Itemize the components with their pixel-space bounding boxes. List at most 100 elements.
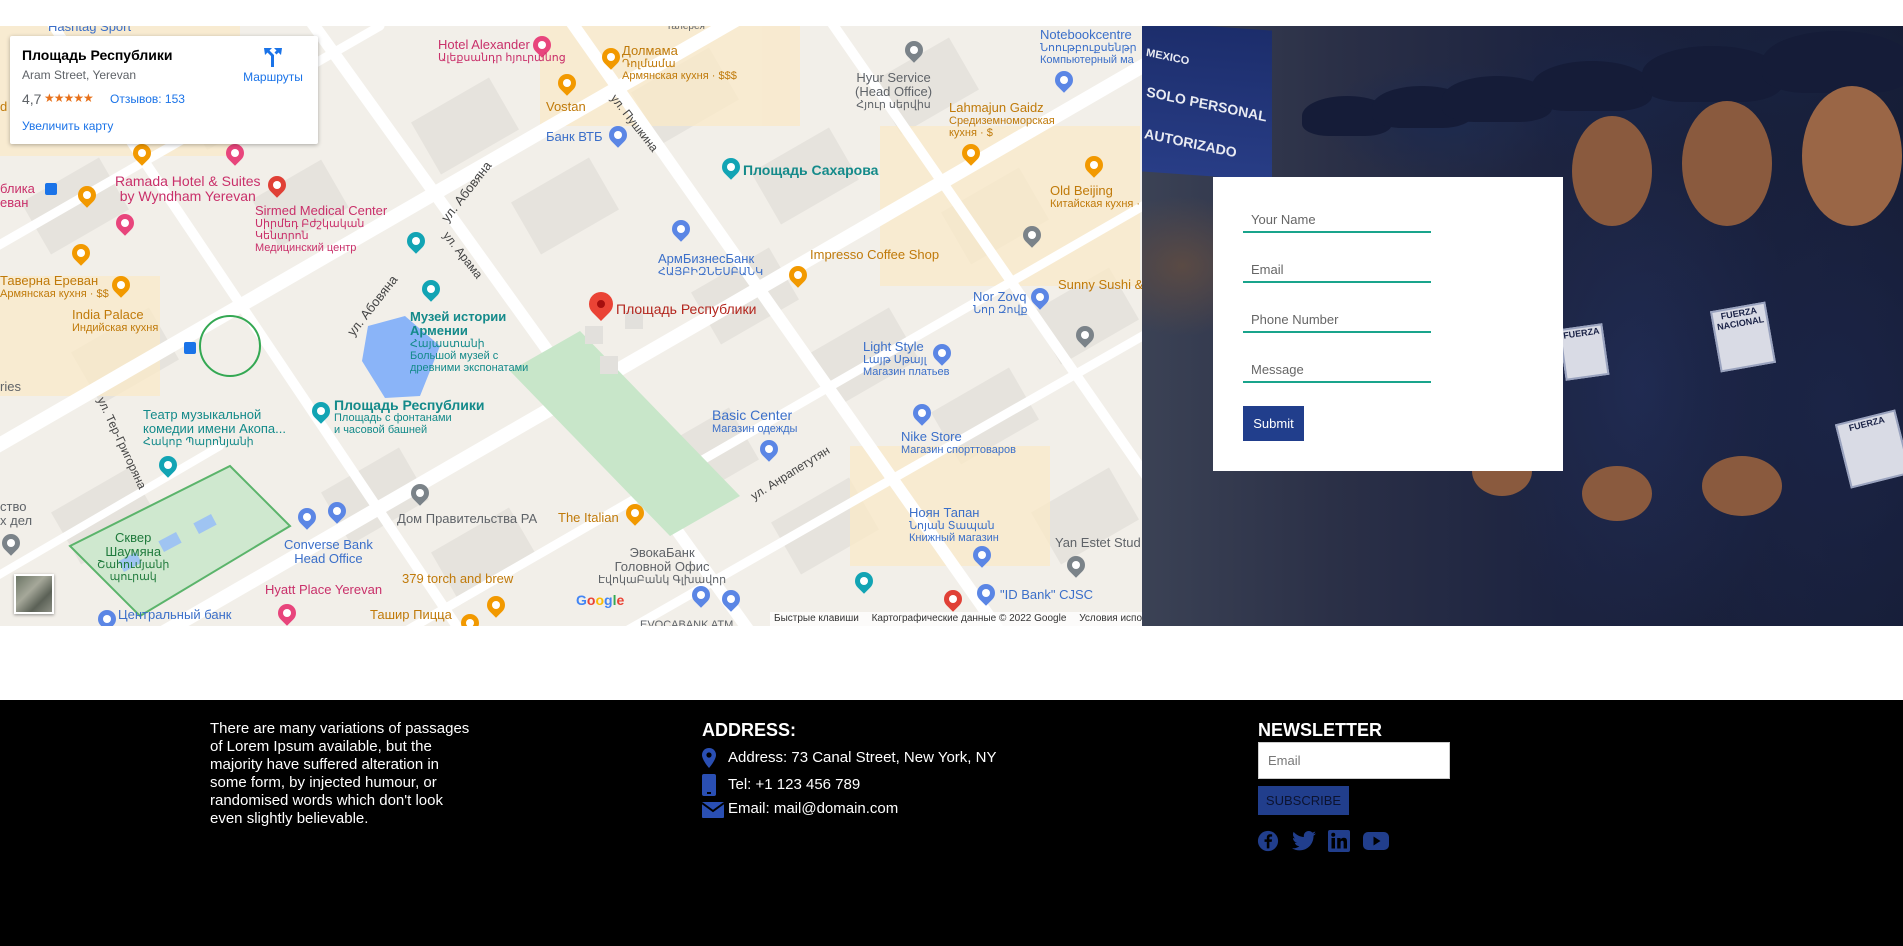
footer: There are many variations of passages of… (0, 700, 1903, 946)
map-label: АрмБизнесБанк ՀԱՅԲԻԶՆԵՍԲԱՆԿ (658, 251, 764, 279)
mobile-phone-icon (702, 774, 722, 796)
officer-face (1802, 86, 1902, 226)
map-label: Notebookcentre Նոութբուքսենթր Компьютерный… (1040, 27, 1137, 67)
map-label: Ноян Тапан Նոյան Տապան Книжный магазин (909, 505, 999, 545)
map-label: EVOCABANK ATM (640, 619, 734, 626)
map-label: Lahmajun Gaidz Средиземноморская кухня · $ (949, 100, 1055, 140)
map-label: ries (0, 379, 21, 394)
place-info-card: Площадь Республики Aram Street, Yerevan … (10, 36, 318, 144)
uniform-patch: FUERZA (1834, 409, 1903, 489)
officer-cap (1642, 46, 1782, 102)
map-label: галерея (668, 26, 705, 32)
officer-hands (1702, 456, 1782, 516)
facebook-icon[interactable] (1257, 830, 1281, 854)
place-title: Площадь Республики (22, 47, 173, 63)
map-label: Nike Store Магазин спорттоваров (901, 429, 1016, 457)
subscribe-button[interactable]: SUBSCRIBE (1258, 786, 1349, 815)
contact-form: Submit (1213, 177, 1563, 471)
map-label: 379 torch and brew (402, 571, 514, 586)
map-attribution: Быстрые клавиши Картографические данные … (770, 612, 1142, 626)
email-field[interactable] (1243, 257, 1431, 283)
officer-face (1682, 101, 1772, 226)
rating-stars-icon: ★★★★★ (44, 91, 94, 105)
map-label: India Palace Индийская кухня (72, 307, 159, 335)
map-label: ЭвокаБанк Головной Офис ԷվոկաԲանկ Գլխավոր (598, 545, 727, 587)
map-data-text: Картографические данные © 2022 Google (871, 613, 1067, 624)
google-logo: Google (576, 592, 625, 608)
uniform-patch: FUERZA NACIONAL (1710, 301, 1776, 373)
officer-hands (1582, 466, 1652, 521)
map-label: Sunny Sushi & (1058, 277, 1142, 292)
officer-cap (1532, 61, 1652, 111)
map-label: Ramada Hotel & Suites by Wyndham Yerevan (115, 173, 261, 204)
map-label: блика (0, 181, 35, 196)
map-label: Музей истории Армении Հայաստանի Большой муз… (410, 309, 529, 375)
map-label: Sirmed Medical Center Սիրմեդ Բժշկական Կենտ… (255, 203, 388, 255)
directions-icon (264, 48, 282, 67)
email-line: Email: mail@domain.com (701, 800, 899, 818)
embedded-map[interactable]: Площадь Республики Hashtag Sport галерея… (0, 26, 1142, 626)
map-label: х дел (0, 513, 33, 528)
submit-button[interactable]: Submit (1243, 406, 1304, 441)
footer-about-text: There are many variations of passages of… (210, 720, 470, 827)
enlarge-map-link[interactable]: Увеличить карту (22, 119, 113, 133)
map-label: Долмама Դոլմամա Армянская кухня · $$$ (622, 43, 737, 83)
map-label: Hashtag Sport (48, 26, 132, 34)
map-label: Банк ВТБ (546, 129, 603, 144)
map-label: d (0, 99, 8, 114)
map-label: Basic Center Магазин одежды (712, 407, 798, 435)
keyboard-shortcuts-link[interactable]: Быстрые клавиши (774, 613, 859, 624)
map-label: Дом Правительства РА (397, 511, 538, 526)
name-field[interactable] (1243, 207, 1431, 233)
map-marker-icon (702, 748, 722, 768)
map-label: Hyur Service (Head Office) Հյուր սերվիս (855, 70, 933, 112)
map-label: Театр музыкальной комедии имени Акопа... Հ… (143, 407, 286, 449)
phone-line: Tel: +1 123 456 789 (702, 774, 860, 796)
phone-field[interactable] (1243, 307, 1431, 333)
officer-cap (1762, 31, 1903, 93)
map-label: Площадь Сахарова (743, 162, 879, 178)
phone-text: Tel: +1 123 456 789 (728, 775, 861, 793)
map-label: Vostan (546, 99, 586, 114)
map-label: ство (0, 499, 27, 514)
map-label: Nor Zovq Նոր Զովք (973, 289, 1028, 317)
map-label: еван (0, 195, 29, 210)
newsletter-email-input[interactable] (1258, 742, 1450, 779)
map-label: Таверна Ереван Армянская кухня · $$ (0, 273, 109, 301)
map-label: "ID Bank" CJSC (1000, 587, 1094, 602)
map-label: Площадь Республики Площадь с фонтанами и ч… (334, 397, 485, 436)
twitter-icon[interactable] (1292, 830, 1316, 854)
map-label: Old BeijingКитайская кухня · $$ (1050, 183, 1142, 211)
map-label: Ташир Пицца (370, 607, 452, 622)
address-line: Address: 73 Canal Street, New York, NY (702, 748, 996, 768)
email-text: Email: mail@domain.com (728, 800, 899, 817)
background-sign: MEXICO SOLO PERSONAL AUTORIZADO (1142, 26, 1272, 181)
reviews-link[interactable]: Отзывов: 153 (110, 92, 185, 106)
map-label: Hotel Alexander Ալեքսանդր հյուրանոց (438, 37, 566, 65)
youtube-icon[interactable] (1363, 830, 1389, 854)
linkedin-icon[interactable] (1328, 830, 1352, 854)
message-field[interactable] (1243, 357, 1431, 383)
place-rating: 4,7 (22, 91, 42, 107)
bus-stop-icon[interactable] (45, 183, 57, 195)
map-label: Yan Estet Stud (1055, 535, 1141, 550)
officer-face (1572, 116, 1652, 226)
satellite-toggle-icon[interactable] (14, 574, 54, 614)
directions-button[interactable]: Маршруты (238, 46, 308, 84)
newsletter-heading: NEWSLETTER (1258, 720, 1382, 740)
main-pin-label: Площадь Республики (616, 301, 757, 317)
map-label: Центральный банк (118, 607, 232, 622)
map-label: The Italian (558, 510, 619, 525)
map-label: Impresso Coffee Shop (810, 247, 940, 262)
address-text: Address: 73 Canal Street, New York, NY (728, 748, 997, 766)
directions-label: Маршруты (243, 70, 303, 84)
bus-stop-icon[interactable] (184, 342, 196, 354)
address-heading: ADDRESS: (702, 720, 797, 740)
map-label: Hyatt Place Yerevan (265, 582, 383, 597)
map-label: Converse Bank Head Office (284, 537, 373, 566)
map-label: Сквер Шаумяна Շահումյանի պուրակ (97, 530, 170, 584)
map-label: Light Style Լայթ Սթայլ Магазин платьев (863, 339, 950, 379)
terms-link[interactable]: Условия испо (1079, 613, 1142, 624)
place-address: Aram Street, Yerevan (22, 68, 137, 82)
envelope-icon (701, 801, 725, 818)
